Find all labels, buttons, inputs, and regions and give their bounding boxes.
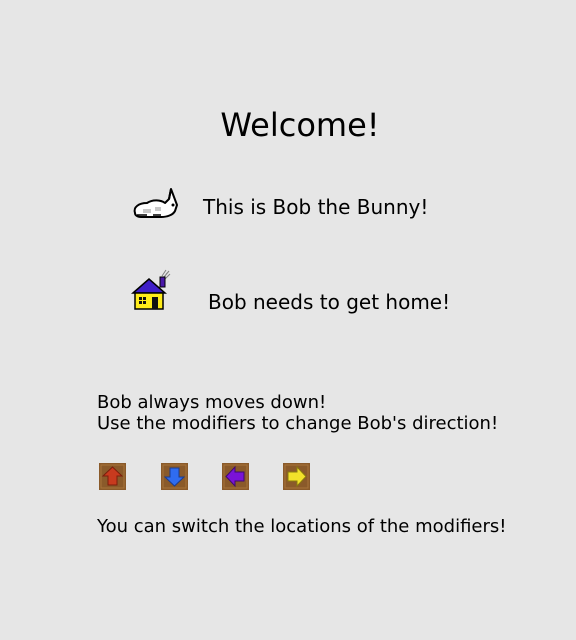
footer-hint: You can switch the locations of the modi… [97, 516, 507, 537]
house-icon [131, 269, 171, 310]
instruction-line-1: Bob always moves down! [97, 392, 327, 413]
instruction-line-2: Use the modifiers to change Bob's direct… [97, 413, 499, 434]
home-description: Bob needs to get home! [208, 290, 451, 314]
welcome-title: Welcome! [220, 106, 380, 144]
arrow-right-icon [283, 463, 310, 490]
arrow-left-icon [222, 463, 249, 490]
bob-description: This is Bob the Bunny! [203, 195, 429, 219]
arrow-up-icon [99, 463, 126, 490]
arrow-down-icon [161, 463, 188, 490]
game-screen: Welcome! This is Bob the Bunny! Bob need… [0, 0, 576, 640]
bunny-icon [133, 188, 178, 218]
